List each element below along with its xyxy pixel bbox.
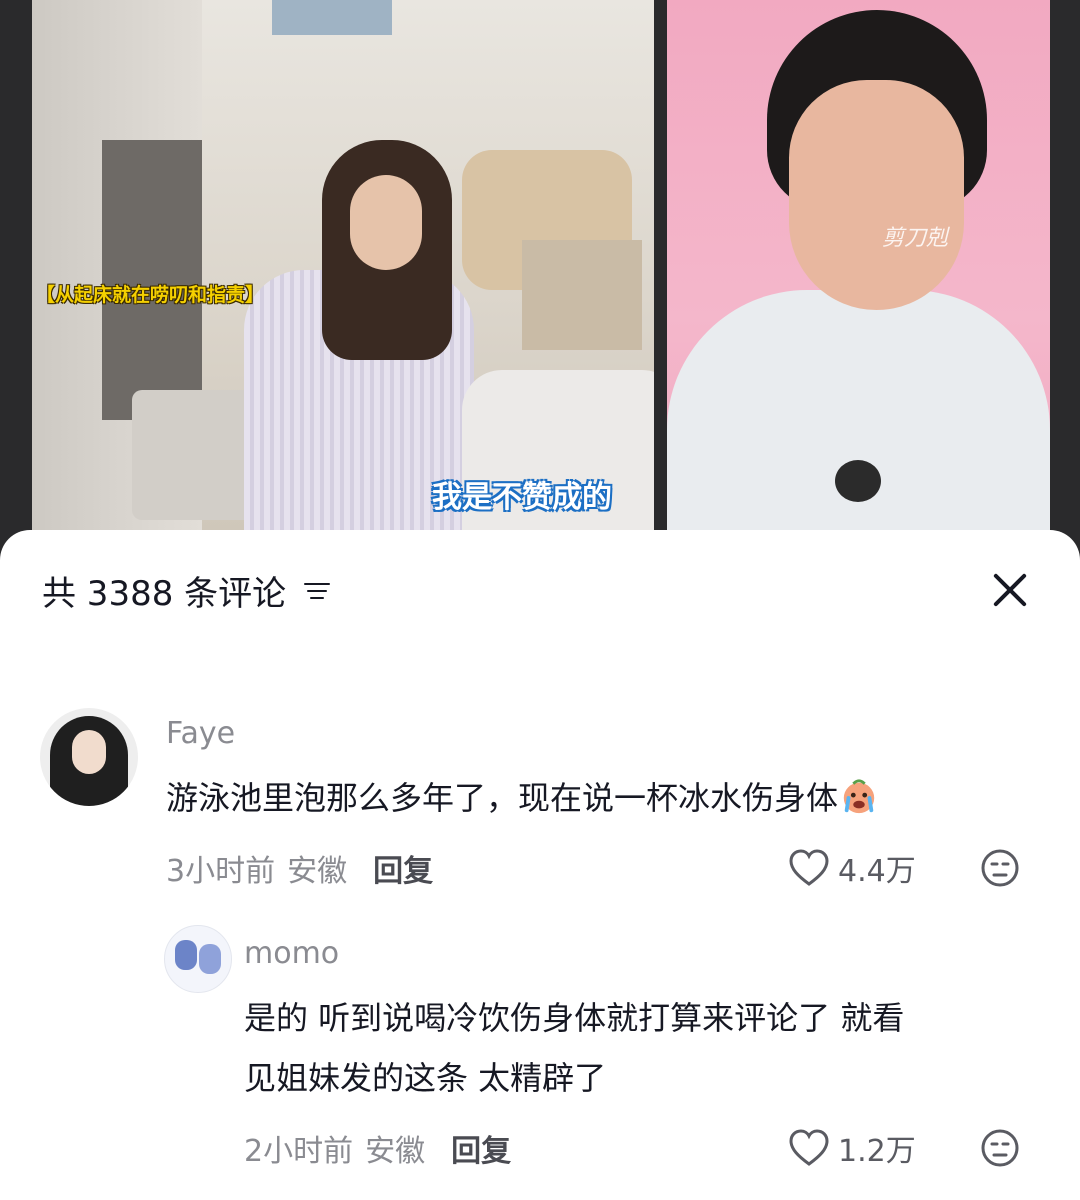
video-subtitle-left: 【从起床就在唠叨和指责】 xyxy=(36,284,265,306)
comment-time: 2小时前 xyxy=(244,1134,354,1169)
comment-text: 是的 听到说喝冷饮伤身体就打算来评论了 就看 见姐妹发的这条 太精辟了 xyxy=(244,992,904,1104)
comment-meta: 3小时前 安徽 回复 xyxy=(166,846,433,890)
scene-boxes xyxy=(522,240,642,350)
comments-header: 共 3388 条评论 xyxy=(42,566,332,615)
comment-username[interactable]: Faye xyxy=(166,716,235,751)
dislike-face-icon[interactable] xyxy=(980,848,1020,888)
scene-guest-face xyxy=(789,80,964,310)
comment-time: 3小时前 xyxy=(166,854,276,889)
comments-count-title: 共 3388 条评论 xyxy=(42,574,287,614)
avatar[interactable] xyxy=(164,925,232,993)
crying-face-emoji-icon xyxy=(843,779,875,814)
video-subtitle-right: 我是不赞成的 xyxy=(432,480,612,515)
video-left-scene xyxy=(32,0,654,530)
heart-icon xyxy=(789,1129,829,1166)
comments-sheet: 共 3388 条评论 Faye 游泳池里泡那么多年了，现在说一杯冰水伤身体 3小… xyxy=(0,530,1080,1200)
video-watermark: 剪刀剋 xyxy=(882,226,949,251)
sort-filter-icon[interactable] xyxy=(304,580,332,602)
scene-person-face xyxy=(350,175,422,270)
comment-text: 游泳池里泡那么多年了，现在说一杯冰水伤身体 xyxy=(166,772,878,824)
reply-button[interactable]: 回复 xyxy=(451,1126,511,1170)
comment-location: 安徽 xyxy=(365,1134,426,1169)
heart-icon xyxy=(789,849,829,886)
comment-text-line: 是的 听到说喝冷饮伤身体就打算来评论了 就看 xyxy=(244,999,905,1037)
scene-shoes xyxy=(132,390,262,520)
like-button[interactable]: 1.2万 xyxy=(788,1126,916,1170)
comment-text-line: 见姐妹发的这条 太精辟了 xyxy=(244,1059,607,1097)
like-count: 4.4万 xyxy=(838,854,916,889)
like-count: 1.2万 xyxy=(838,1134,916,1169)
comment-username[interactable]: momo xyxy=(244,936,339,971)
video-right-scene: 剪刀剋 xyxy=(667,0,1050,530)
reply-button[interactable]: 回复 xyxy=(373,846,433,890)
scene-window xyxy=(272,0,392,35)
comment-text-content: 游泳池里泡那么多年了，现在说一杯冰水伤身体 xyxy=(166,779,839,817)
like-button[interactable]: 4.4万 xyxy=(788,846,916,890)
scene-microphone xyxy=(835,460,881,502)
comment-location: 安徽 xyxy=(287,854,348,889)
dislike-face-icon[interactable] xyxy=(980,1128,1020,1168)
comment-meta: 2小时前 安徽 回复 xyxy=(244,1126,511,1170)
avatar[interactable] xyxy=(40,708,138,806)
close-icon[interactable] xyxy=(986,566,1034,614)
video-player[interactable]: 【从起床就在唠叨和指责】 我是不赞成的 剪刀剋 xyxy=(0,0,1080,560)
